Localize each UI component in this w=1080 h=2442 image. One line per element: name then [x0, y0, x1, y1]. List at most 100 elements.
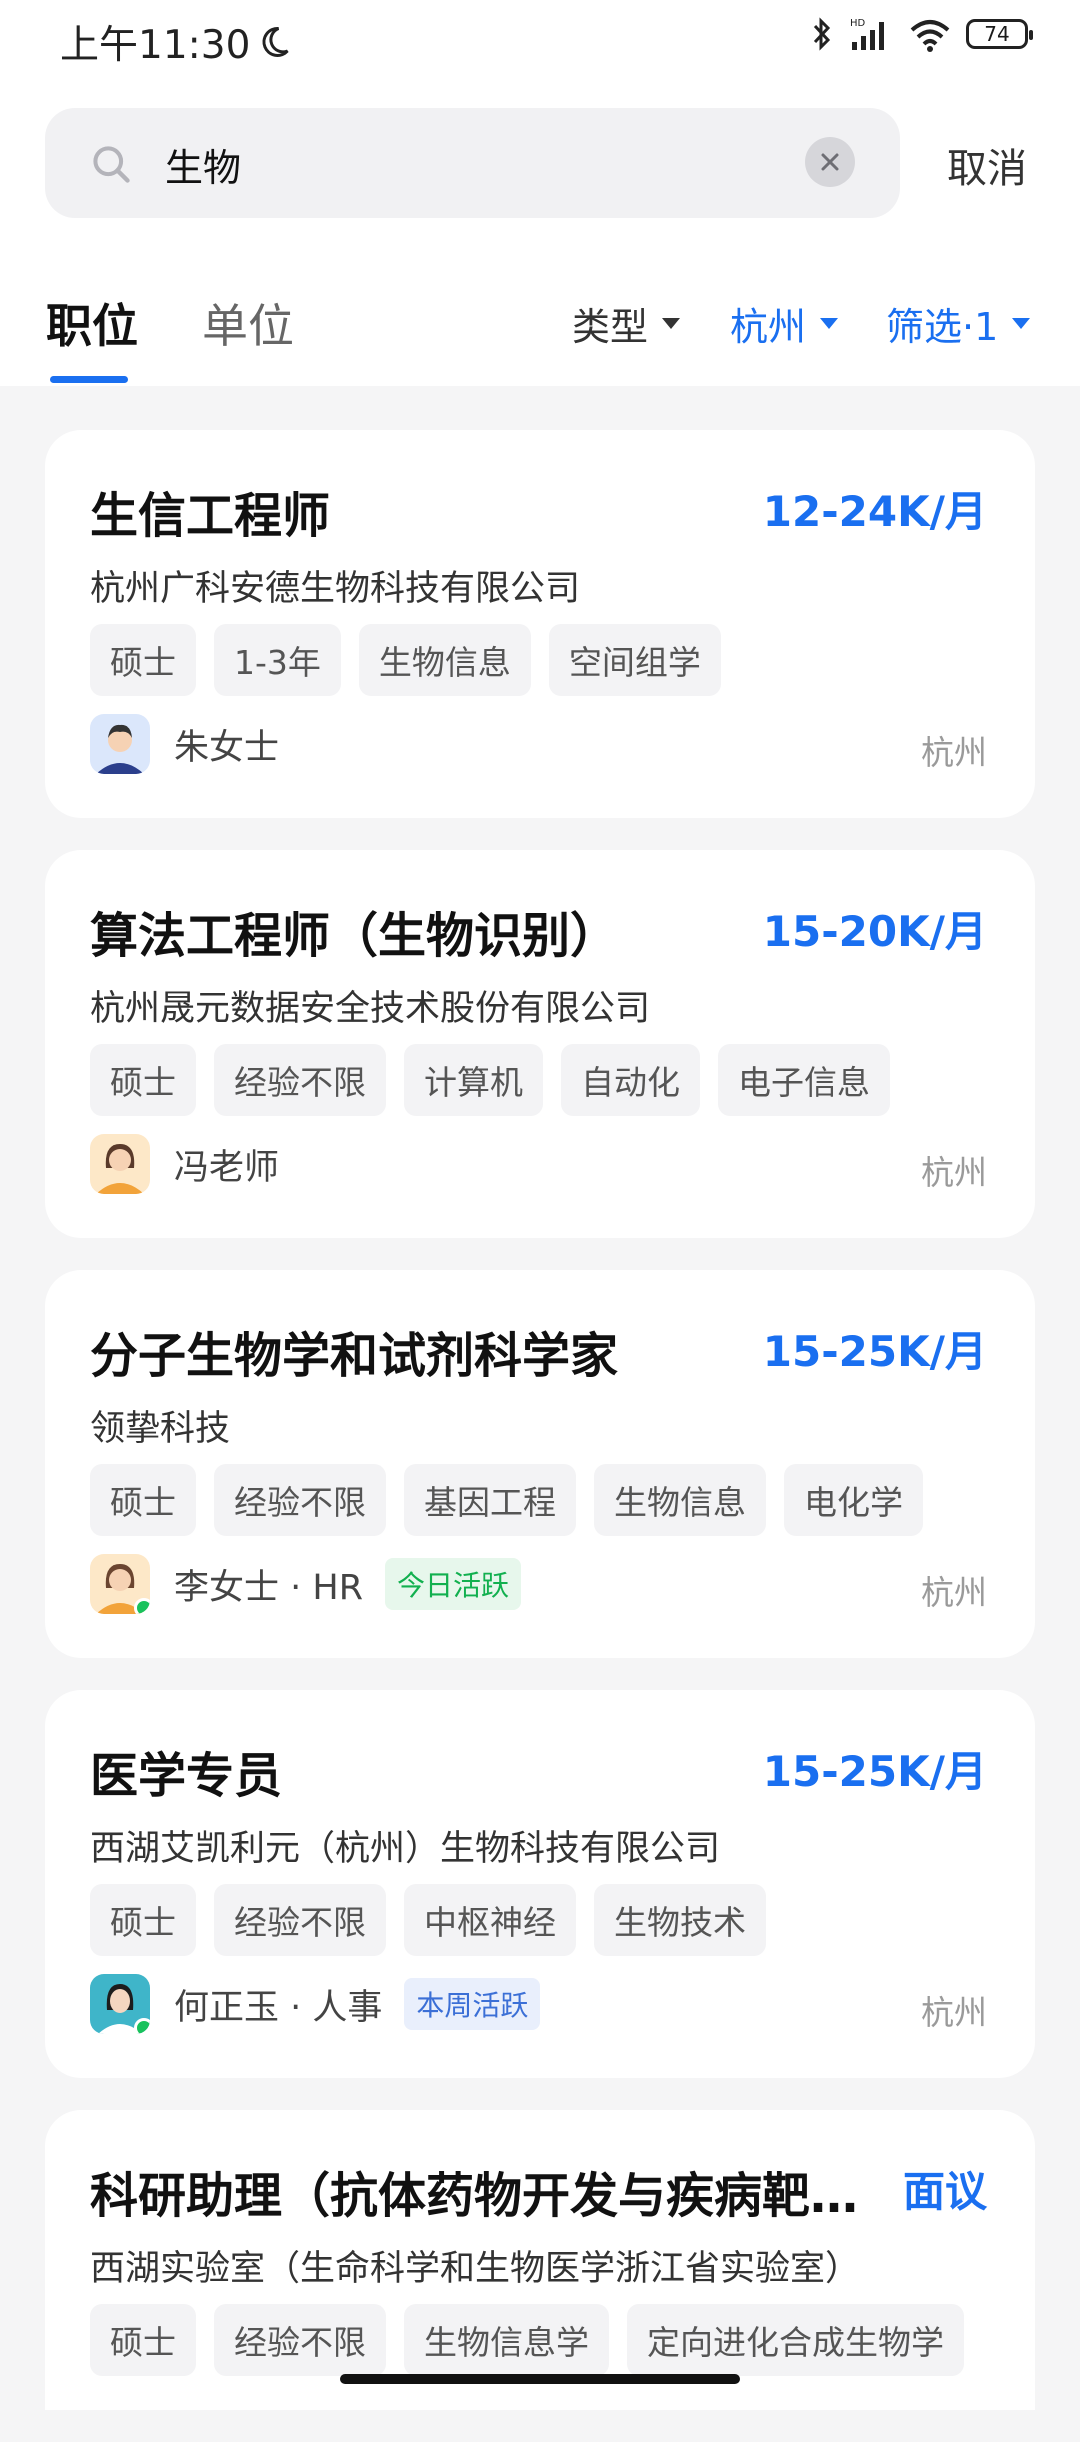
job-tag: 硕士: [90, 1464, 196, 1536]
active-tab-indicator: [50, 376, 128, 383]
job-card[interactable]: 医学专员 15-25K/月 西湖艾凯利元（杭州）生物科技有限公司 硕士 经验不限…: [45, 1690, 1035, 2078]
hd-label: HD: [850, 18, 866, 29]
job-tag: 电子信息: [718, 1044, 890, 1116]
activity-badge: 今日活跃: [385, 1558, 522, 1610]
job-tag: 基因工程: [404, 1464, 576, 1536]
recruiter-name: 李女士 · HR: [174, 1567, 364, 1608]
job-tag: 经验不限: [214, 1464, 386, 1536]
job-tag: 生物信息: [594, 1464, 766, 1536]
job-tag: 空间组学: [548, 624, 721, 696]
job-tag: 生物信息: [358, 624, 531, 696]
company-name: 领挚科技: [90, 1409, 231, 1449]
avatar: [90, 1974, 150, 2034]
city-filter-dropdown[interactable]: 杭州: [730, 296, 839, 351]
online-status-dot: [134, 2018, 150, 2034]
recruiter-name: 冯老师: [174, 1147, 280, 1188]
job-card[interactable]: 分子生物学和试剂科学家 15-25K/月 领挚科技 硕士 经验不限 基因工程 生…: [45, 1270, 1035, 1658]
recruiter-info: 何正玉 · 人事 本周活跃: [90, 1974, 541, 2034]
job-tag: 硕士: [90, 1044, 196, 1116]
clear-search-button[interactable]: [805, 137, 855, 187]
avatar: [90, 1134, 150, 1194]
job-title: 科研助理（抗体药物开发与疾病靶…: [90, 2168, 859, 2224]
job-tag: 生物技术: [594, 1884, 766, 1956]
status-bar: 上午11:30 HD 74: [0, 0, 1080, 80]
job-tags: 硕士 经验不限 基因工程 生物信息 电化学: [90, 1464, 923, 1536]
job-tag: 定向进化合成生物学: [627, 2304, 964, 2376]
battery-level: 74: [984, 22, 1010, 46]
job-tags: 硕士 经验不限 生物信息学 定向进化合成生物学: [90, 2304, 964, 2376]
system-icons: HD 74: [810, 16, 1033, 52]
job-salary: 15-25K/月: [762, 1327, 987, 1376]
recruiter-name: 何正玉 · 人事: [174, 1987, 383, 2028]
company-name: 杭州广科安德生物科技有限公司: [90, 569, 581, 609]
job-list: 生信工程师 12-24K/月 杭州广科安德生物科技有限公司 硕士 1-3年 生物…: [45, 430, 1035, 2442]
job-card[interactable]: 生信工程师 12-24K/月 杭州广科安德生物科技有限公司 硕士 1-3年 生物…: [45, 430, 1035, 818]
job-tag: 经验不限: [214, 1884, 386, 1956]
job-tag: 中枢神经: [404, 1884, 576, 1956]
home-indicator[interactable]: [340, 2374, 740, 2384]
job-city: 杭州: [921, 1993, 987, 2032]
male-avatar-icon: [90, 714, 150, 774]
company-name: 杭州晟元数据安全技术股份有限公司: [90, 989, 651, 1029]
type-filter-label: 类型: [572, 305, 649, 349]
job-salary: 15-20K/月: [762, 907, 987, 956]
job-title: 生信工程师: [90, 488, 331, 544]
more-filter-label: 筛选·1: [886, 305, 999, 349]
job-tags: 硕士 经验不限 计算机 自动化 电子信息: [90, 1044, 890, 1116]
job-tags: 硕士 经验不限 中枢神经 生物技术: [90, 1884, 766, 1956]
battery-icon: 74: [966, 19, 1033, 49]
job-title: 医学专员: [90, 1748, 283, 1804]
job-tag: 自动化: [561, 1044, 700, 1116]
search-bar[interactable]: [45, 108, 900, 218]
job-tags: 硕士 1-3年 生物信息 空间组学: [90, 624, 721, 696]
bluetooth-icon: [813, 17, 831, 51]
job-title: 分子生物学和试剂科学家: [90, 1328, 619, 1384]
activity-badge: 本周活跃: [404, 1978, 541, 2030]
job-tag: 硕士: [90, 624, 196, 696]
job-tag: 经验不限: [214, 2304, 386, 2376]
job-salary: 12-24K/月: [762, 487, 987, 536]
search-icon: [93, 146, 130, 183]
job-title: 算法工程师（生物识别）: [90, 908, 619, 964]
type-filter-dropdown[interactable]: 类型: [572, 296, 681, 351]
cancel-button[interactable]: 取消: [947, 136, 1027, 194]
company-name: 西湖实验室（生命科学和生物医学浙江省实验室）: [90, 2249, 861, 2289]
recruiter-info: 冯老师: [90, 1134, 279, 1194]
more-filter-dropdown[interactable]: 筛选·1: [886, 296, 1031, 351]
job-salary: 面议: [902, 2167, 987, 2216]
status-time-text: 上午11:30: [60, 23, 251, 68]
job-tag: 经验不限: [214, 1044, 386, 1116]
female-avatar-icon: [90, 1134, 150, 1194]
search-input[interactable]: [163, 126, 817, 202]
job-tag: 生物信息学: [404, 2304, 609, 2376]
tab-companies[interactable]: 单位: [202, 290, 294, 356]
job-card[interactable]: 科研助理（抗体药物开发与疾病靶… 面议 西湖实验室（生命科学和生物医学浙江省实验…: [45, 2110, 1035, 2410]
close-icon: [821, 153, 839, 171]
recruiter-info: 朱女士: [90, 714, 279, 774]
avatar: [90, 1554, 150, 1614]
caret-down-icon: [662, 318, 681, 329]
job-city: 杭州: [921, 733, 987, 772]
avatar: [90, 714, 150, 774]
tab-jobs[interactable]: 职位: [46, 290, 138, 356]
job-card[interactable]: 算法工程师（生物识别） 15-20K/月 杭州晟元数据安全技术股份有限公司 硕士…: [45, 850, 1035, 1238]
moon-icon: [262, 26, 290, 57]
company-name: 西湖艾凯利元（杭州）生物科技有限公司: [90, 1829, 721, 1869]
online-status-dot: [134, 1598, 150, 1614]
wifi-icon: [910, 20, 950, 52]
recruiter-info: 李女士 · HR 今日活跃: [90, 1554, 522, 1614]
job-tag: 计算机: [404, 1044, 543, 1116]
job-salary: 15-25K/月: [762, 1747, 987, 1796]
job-tag: 硕士: [90, 2304, 196, 2376]
job-tag: 电化学: [784, 1464, 923, 1536]
caret-down-icon: [820, 318, 839, 329]
job-city: 杭州: [921, 1153, 987, 1192]
job-tag: 硕士: [90, 1884, 196, 1956]
job-tag: 1-3年: [214, 624, 341, 696]
recruiter-name: 朱女士: [174, 727, 280, 768]
caret-down-icon: [1012, 318, 1031, 329]
signal-icon: HD: [850, 18, 884, 50]
city-filter-label: 杭州: [730, 305, 807, 349]
status-time: 上午11:30: [60, 14, 292, 70]
job-city: 杭州: [921, 1573, 987, 1612]
